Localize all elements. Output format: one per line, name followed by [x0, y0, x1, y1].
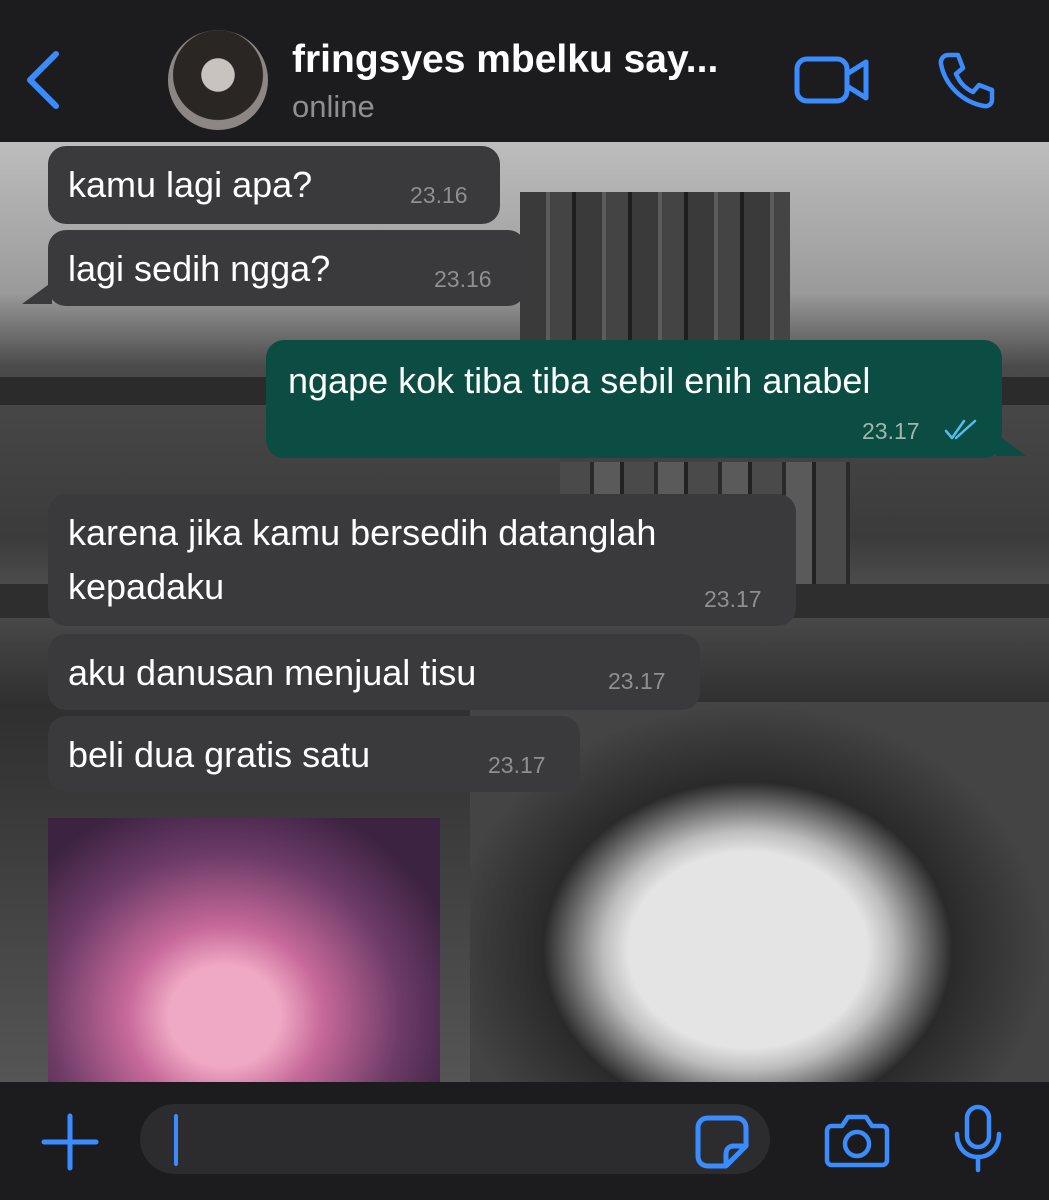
message-incoming[interactable]: kamu lagi apa? 23.16	[48, 146, 500, 224]
phone-icon	[938, 52, 995, 109]
sticker-button[interactable]	[694, 1114, 750, 1170]
voice-call-button[interactable]	[936, 50, 996, 110]
message-text: kamu lagi apa?	[68, 164, 313, 205]
text-cursor	[174, 1114, 178, 1166]
back-button[interactable]	[22, 48, 64, 112]
sticker-icon	[695, 1115, 749, 1169]
read-receipt-icon	[944, 419, 977, 440]
microphone-button[interactable]	[952, 1104, 1004, 1174]
attach-button[interactable]	[40, 1112, 100, 1172]
message-text: beli dua gratis satu	[68, 734, 371, 775]
contact-name[interactable]: fringsyes mbelku say...	[292, 38, 718, 82]
message-input[interactable]	[140, 1104, 770, 1174]
chat-header: fringsyes mbelku say... online	[0, 0, 1049, 142]
message-time: 23.17	[704, 586, 762, 612]
message-text-line: karena jika kamu bersedih datanglah	[68, 512, 657, 553]
chevron-left-icon	[27, 51, 59, 109]
message-time: 23.17	[488, 752, 546, 778]
video-call-button[interactable]	[794, 54, 870, 106]
message-time: 23.17	[862, 418, 920, 444]
message-incoming[interactable]: lagi sedih ngga? 23.16	[48, 230, 526, 306]
message-time: 23.16	[410, 182, 468, 208]
video-camera-icon	[794, 56, 869, 104]
camera-icon	[824, 1114, 890, 1168]
message-time: 23.17	[608, 668, 666, 694]
message-text-line: kepadaku	[68, 566, 225, 607]
message-incoming[interactable]: beli dua gratis satu 23.17	[48, 716, 580, 792]
message-incoming[interactable]: aku danusan menjual tisu 23.17	[48, 634, 700, 710]
message-text: lagi sedih ngga?	[68, 248, 331, 289]
contact-status: online	[292, 89, 375, 124]
camera-button[interactable]	[824, 1112, 890, 1168]
plus-icon	[41, 1113, 99, 1171]
message-outgoing[interactable]: ngape kok tiba tiba sebil enih anabel 23…	[266, 340, 1002, 458]
microphone-icon	[954, 1104, 1002, 1173]
message-time: 23.16	[434, 266, 492, 292]
message-text: aku danusan menjual tisu	[68, 652, 477, 693]
chat-area[interactable]: kamu lagi apa? 23.16 lagi sedih ngga? 23…	[0, 142, 1049, 1082]
sticker-image[interactable]	[48, 818, 440, 1082]
avatar[interactable]	[168, 30, 268, 130]
message-incoming[interactable]: karena jika kamu bersedih datanglah kepa…	[48, 494, 796, 626]
message-text: ngape kok tiba tiba sebil enih anabel	[288, 360, 871, 401]
